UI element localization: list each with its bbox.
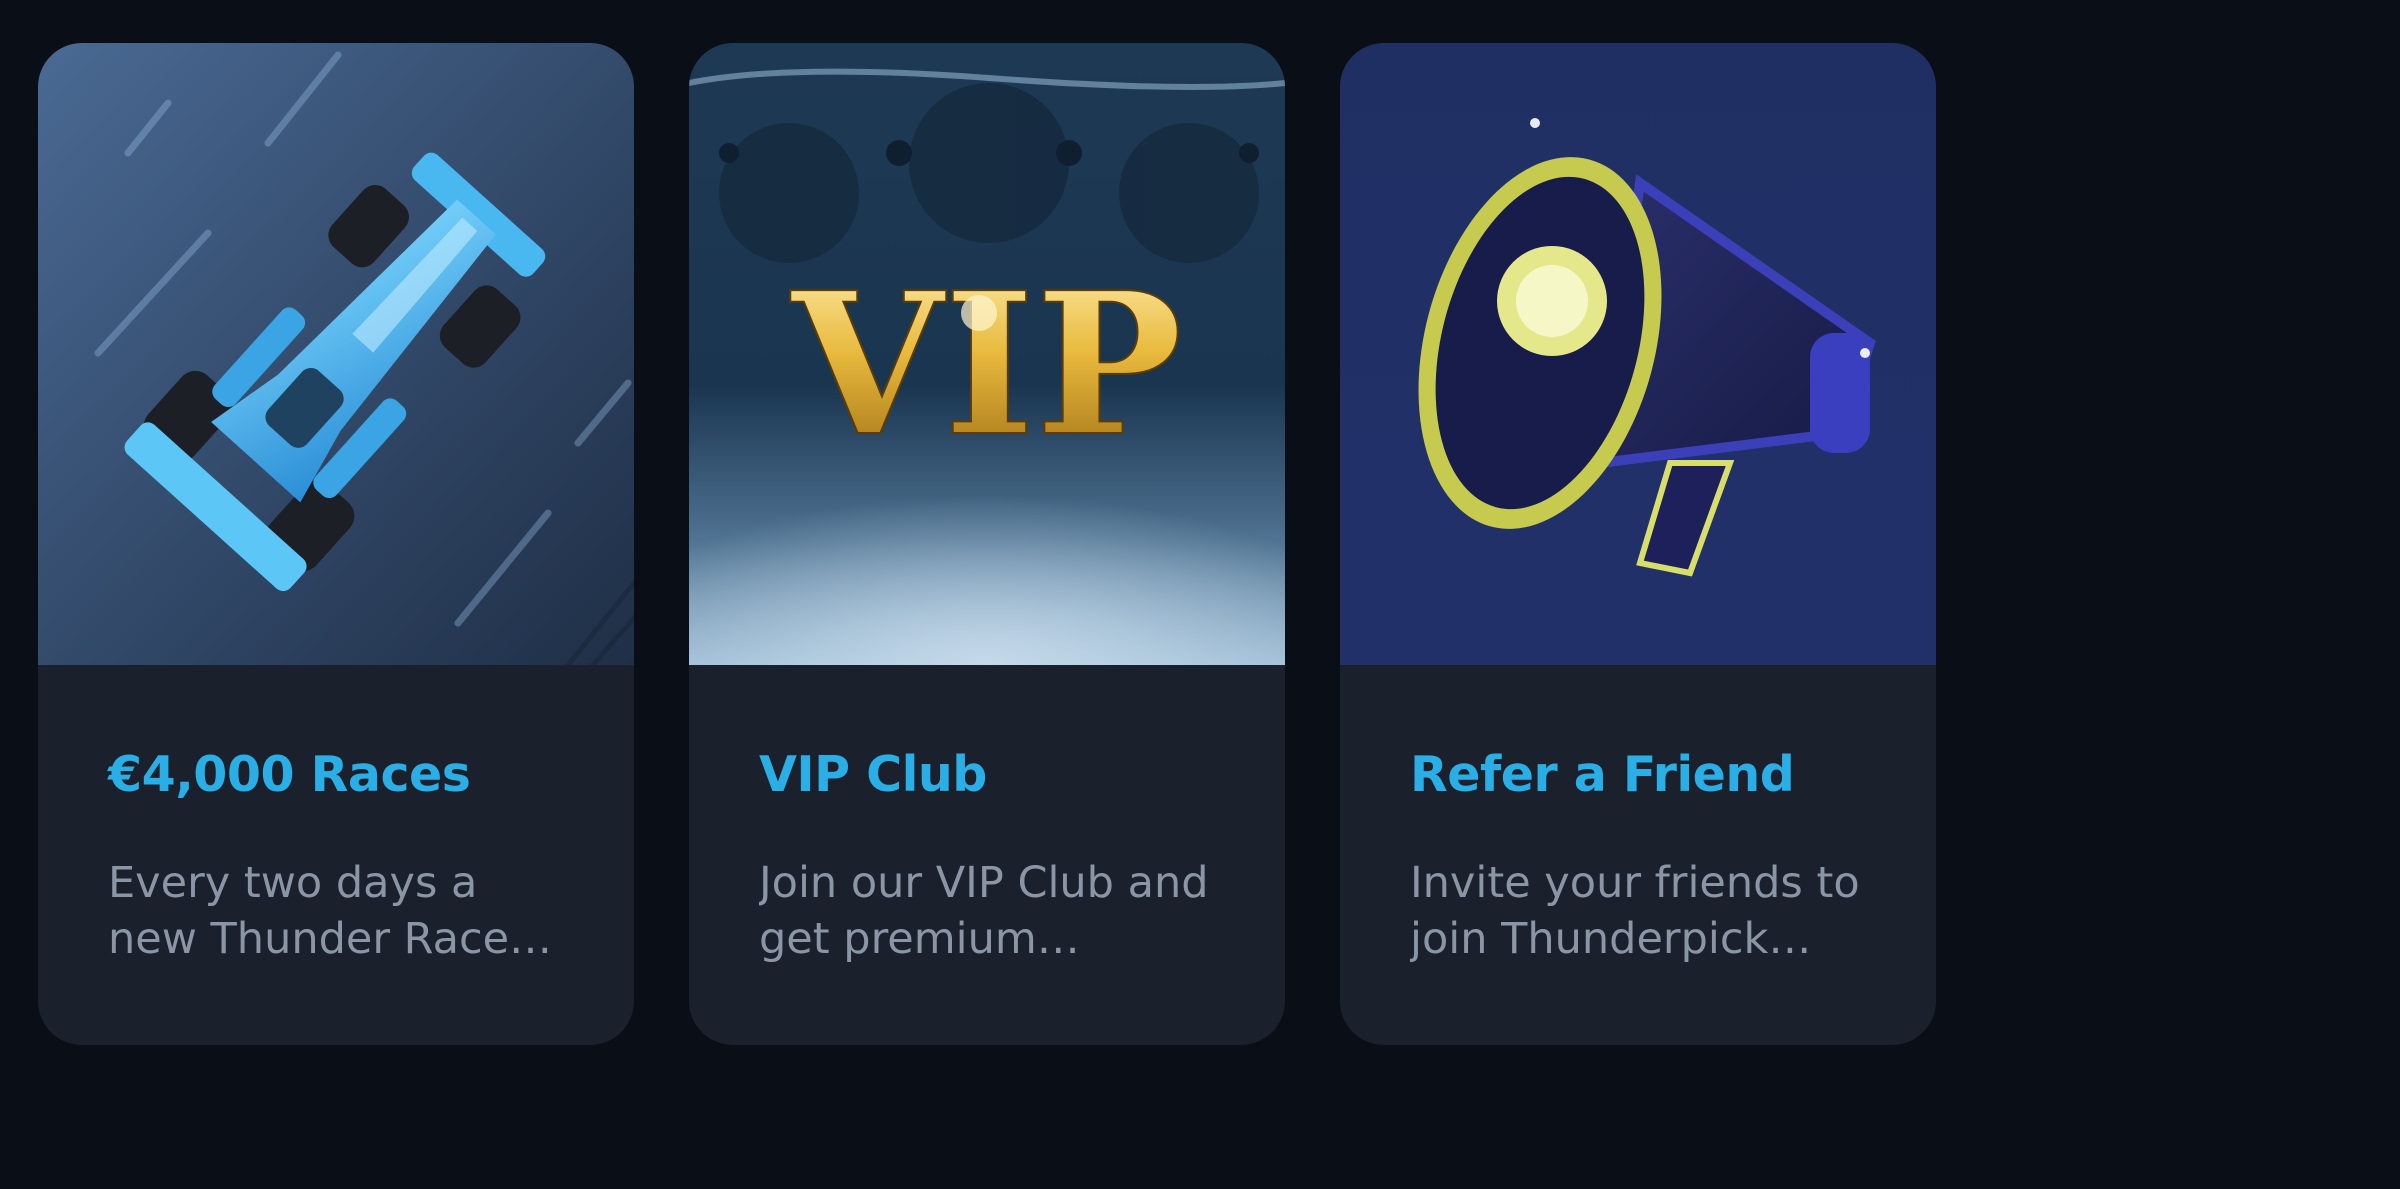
vip-card-body: VIP Club Join our VIP Club and get premi…	[689, 665, 1285, 967]
promo-card-refer-a-friend[interactable]: Refer a Friend Invite your friends to jo…	[1340, 43, 1936, 1045]
card-title[interactable]: €4,000 Races	[108, 665, 564, 805]
megaphone-icon	[1340, 43, 1936, 665]
card-description: Every two days a new Thunder Race…	[108, 858, 553, 964]
races-banner-image	[38, 43, 634, 665]
races-card-body: €4,000 Races Every two days a new Thunde…	[38, 665, 634, 967]
card-title[interactable]: VIP Club	[759, 665, 1215, 805]
refer-banner-image	[1340, 43, 1936, 665]
vip-logo: VIP	[689, 43, 1285, 665]
card-title[interactable]: Refer a Friend	[1410, 665, 1866, 805]
refer-card-body: Refer a Friend Invite your friends to jo…	[1340, 665, 1936, 967]
promotions-list: €4,000 Races Every two days a new Thunde…	[38, 43, 1936, 1045]
promo-card-races[interactable]: €4,000 Races Every two days a new Thunde…	[38, 43, 634, 1045]
vip-banner-image: VIP	[689, 43, 1285, 665]
card-description: Join our VIP Club and get premium…	[759, 858, 1209, 964]
race-car-icon	[38, 43, 634, 665]
promo-card-vip-club[interactable]: VIP VIP Club Join our VIP Club and get p…	[689, 43, 1285, 1045]
svg-text:VIP: VIP	[789, 250, 1182, 480]
card-description: Invite your friends to join Thunderpick …	[1410, 858, 1860, 964]
